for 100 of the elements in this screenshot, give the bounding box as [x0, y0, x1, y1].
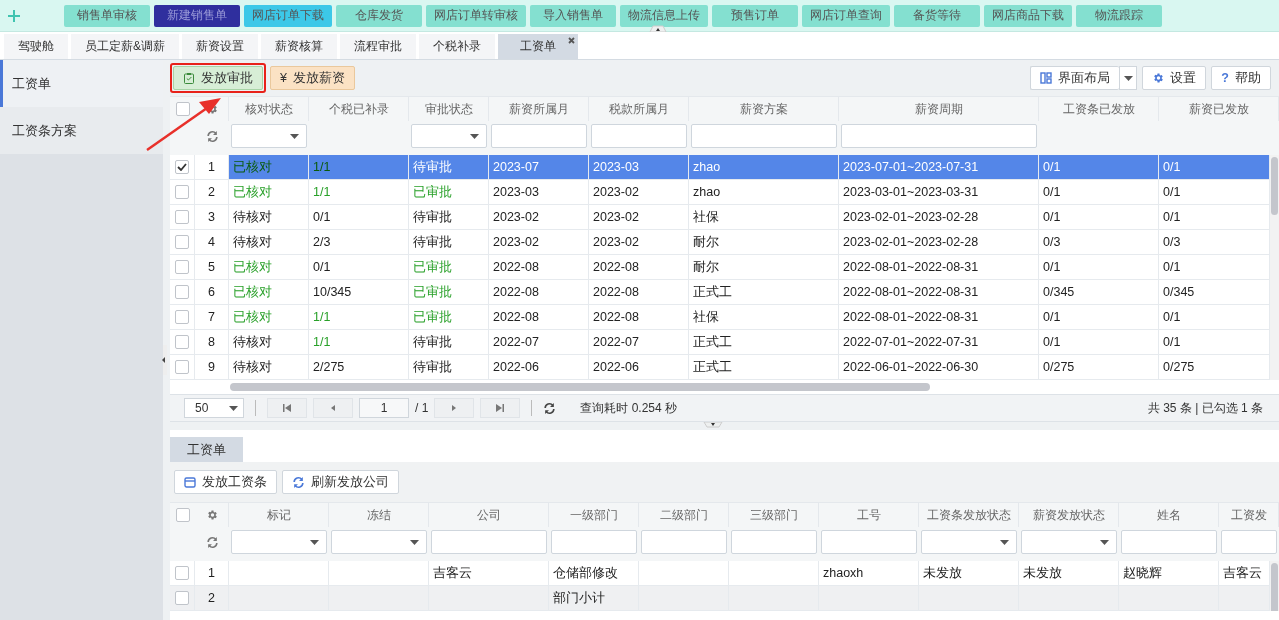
row-number: 1: [195, 155, 229, 179]
row-checkbox[interactable]: [175, 360, 189, 374]
row-checkbox[interactable]: [175, 235, 189, 249]
table-row[interactable]: 1 已核对 1/1 待审批 2023-07 2023-03 zhao 2023-07-01~2023-07-31 0/1 0/1: [170, 155, 1270, 180]
refresh-button[interactable]: 刷新发放公司: [282, 470, 399, 494]
filter-select[interactable]: [231, 530, 327, 554]
table-cell: 2022-08-01~2022-08-31: [839, 255, 1039, 279]
table-row[interactable]: 8 待核对 1/1 待审批 2022-07 2022-07 正式工 2022-07-01~2022-07-31 0/1 0/1: [170, 330, 1270, 355]
filter-select[interactable]: [921, 530, 1017, 554]
select-all-checkbox[interactable]: [175, 102, 190, 116]
filter-input[interactable]: [491, 124, 587, 148]
table-row[interactable]: 9 待核对 2/275 待审批 2022-06 2022-06 正式工 2022-06-01~2022-06-30 0/275 0/275: [170, 355, 1270, 380]
filter-input[interactable]: [551, 530, 637, 554]
tab[interactable]: 驾驶舱: [4, 34, 68, 59]
filter-input[interactable]: [591, 124, 687, 148]
reset-filter-icon[interactable]: [205, 129, 219, 143]
row-checkbox[interactable]: [175, 260, 189, 274]
tab[interactable]: 流程审批: [340, 34, 416, 59]
table-row[interactable]: 1 吉客云 仓储部修改 zhaoxh 未发放 未发放 赵晓辉 吉客云: [170, 561, 1270, 586]
table-row[interactable]: 2 已核对 1/1 已审批 2023-03 2023-02 zhao 2023-03-01~2023-03-31 0/1 0/1: [170, 180, 1270, 205]
row-checkbox[interactable]: [175, 160, 189, 174]
filter-select[interactable]: [411, 124, 487, 148]
payslip-button[interactable]: 发放工资条: [174, 470, 277, 494]
next-page-button[interactable]: [434, 398, 475, 418]
page-input[interactable]: 1: [359, 398, 409, 418]
menu-shortcut[interactable]: 新建销售单: [154, 4, 240, 27]
last-page-button[interactable]: [480, 398, 521, 418]
select-all-checkbox[interactable]: [175, 508, 190, 522]
table-row[interactable]: 4 待核对 2/3 待审批 2023-02 2023-02 耐尔 2023-02-01~2023-02-28 0/3 0/3: [170, 230, 1270, 255]
tab[interactable]: 员工定薪&调薪: [71, 34, 179, 59]
table-row[interactable]: 6 已核对 10/345 已审批 2022-08 2022-08 正式工 2022-08-01~2022-08-31 0/345 0/345: [170, 280, 1270, 305]
filter-select[interactable]: [231, 124, 307, 148]
help-button[interactable]: ? 帮助: [1211, 66, 1271, 90]
filter-input[interactable]: [691, 124, 837, 148]
sidebar-item[interactable]: 工资单: [0, 60, 163, 107]
row-checkbox[interactable]: [175, 285, 189, 299]
row-checkbox[interactable]: [175, 185, 189, 199]
vertical-scrollbar[interactable]: [1270, 561, 1279, 611]
refresh-icon[interactable]: [292, 475, 305, 489]
table-cell: 0/3: [1039, 230, 1159, 254]
close-icon[interactable]: [568, 37, 575, 44]
menu-shortcut[interactable]: 销售单审核: [64, 4, 150, 27]
table-cell: 2022-08: [589, 305, 689, 329]
menu-shortcut[interactable]: 仓库发货: [336, 4, 422, 27]
reload-icon[interactable]: [543, 401, 557, 415]
filter-input[interactable]: [431, 530, 547, 554]
add-icon[interactable]: [8, 9, 20, 22]
menu-shortcut[interactable]: 预售订单: [712, 4, 798, 27]
tab[interactable]: 个税补录: [419, 34, 495, 59]
table-row[interactable]: 3 待核对 0/1 待审批 2023-02 2023-02 社保 2023-02-01~2023-02-28 0/1 0/1: [170, 205, 1270, 230]
tab[interactable]: 工资单: [498, 34, 578, 59]
horizontal-scrollbar[interactable]: [170, 380, 1279, 394]
menu-shortcut[interactable]: 网店订单查询: [802, 4, 890, 27]
table-cell: zhaoxh: [819, 561, 919, 585]
page-size-select[interactable]: 50: [184, 398, 244, 418]
tab[interactable]: 工资单: [170, 437, 243, 462]
collapse-handle-icon[interactable]: [703, 422, 723, 428]
table-row[interactable]: 2 部门小计: [170, 586, 1270, 611]
menu-shortcut[interactable]: 网店商品下载: [984, 4, 1072, 27]
sidebar-item[interactable]: 工资条方案: [0, 107, 163, 154]
filter-input[interactable]: [1121, 530, 1217, 554]
table-cell: 0/1: [1039, 305, 1159, 329]
table-cell: 2023-07-01~2023-07-31: [839, 155, 1039, 179]
row-checkbox[interactable]: [175, 310, 189, 324]
pay-button[interactable]: ¥ 发放薪资: [270, 66, 355, 90]
filter-select[interactable]: [331, 530, 427, 554]
tab[interactable]: 薪资设置: [182, 34, 258, 59]
menu-shortcut[interactable]: 物流跟踪: [1076, 4, 1162, 27]
menu-shortcut[interactable]: 导入销售单: [530, 4, 616, 27]
dropdown-button[interactable]: [1119, 66, 1138, 90]
reset-filter-icon[interactable]: [205, 535, 219, 549]
row-checkbox[interactable]: [175, 335, 189, 349]
filter-select[interactable]: [1021, 530, 1117, 554]
menu-shortcut[interactable]: 网店订单转审核: [426, 4, 526, 27]
previous-page-button[interactable]: [313, 398, 353, 418]
tab[interactable]: 薪资核算: [261, 34, 337, 59]
layout-button[interactable]: 界面布局: [1030, 66, 1120, 90]
menu-shortcut[interactable]: 备货等待: [894, 4, 980, 27]
first-page-button[interactable]: [267, 398, 307, 418]
filter-input[interactable]: [641, 530, 727, 554]
vertical-scrollbar[interactable]: [1270, 155, 1279, 380]
menu-shortcut[interactable]: 物流信息上传: [620, 4, 708, 27]
row-checkbox[interactable]: [175, 566, 189, 580]
filter-input[interactable]: [821, 530, 917, 554]
filter-input[interactable]: [841, 124, 1037, 148]
layout-icon: [1040, 72, 1053, 84]
table-row[interactable]: 7 已核对 1/1 已审批 2022-08 2022-08 社保 2022-08-01~2022-08-31 0/1 0/1: [170, 305, 1270, 330]
caret-icon: [229, 405, 238, 411]
filter-input[interactable]: [1221, 530, 1277, 554]
collapse-handle-icon[interactable]: [648, 25, 668, 32]
filter-input[interactable]: [731, 530, 817, 554]
menu-shortcut[interactable]: 网店订单下载: [244, 4, 332, 27]
row-checkbox[interactable]: [175, 591, 189, 605]
table-cell: 已审批: [409, 255, 489, 279]
approve-button[interactable]: 发放审批: [173, 66, 263, 90]
table-row[interactable]: 5 已核对 0/1 已审批 2022-08 2022-08 耐尔 2022-08-01~2022-08-31 0/1 0/1: [170, 255, 1270, 280]
table-cell: 2022-07: [489, 330, 589, 354]
settings-button[interactable]: 设置: [1142, 66, 1207, 90]
row-checkbox[interactable]: [175, 210, 189, 224]
table-cell: 2022-07: [589, 330, 689, 354]
